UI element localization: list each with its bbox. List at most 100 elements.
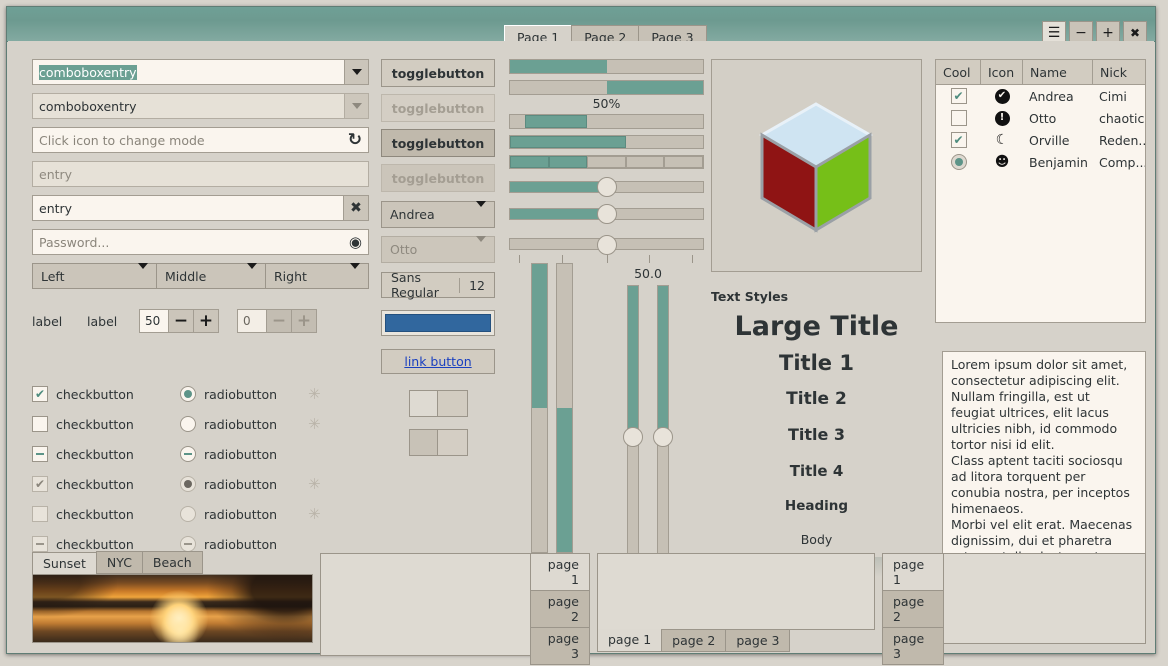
notebook-bottom-tab-page-3[interactable]: page 3 [725, 629, 791, 652]
notebook-bottom-tab-page-2[interactable]: page 2 [661, 629, 727, 652]
combo-name-enabled[interactable]: Andrea [381, 201, 495, 228]
link-button[interactable]: link button [381, 349, 495, 374]
scale-horizontal-2[interactable] [509, 204, 704, 224]
treeview-header-nick[interactable]: Nick [1093, 60, 1145, 84]
vertical-scale-2-knob[interactable] [653, 426, 673, 447]
image-tab-sunset[interactable]: Sunset [32, 552, 97, 574]
radiobutton-2[interactable]: radiobutton [180, 416, 300, 432]
spinbutton-enabled-value[interactable]: 50 [139, 309, 169, 333]
combo-middle[interactable]: Middle [156, 262, 266, 289]
treeview-row[interactable]: ✔ ✔ Andrea Cimi [936, 85, 1145, 107]
entry-clear[interactable]: entry [32, 195, 343, 221]
treeview-header-icon[interactable]: Icon [981, 60, 1023, 84]
notebook-left-tab-page-3[interactable]: page 3 [882, 627, 944, 665]
notebook-left-tab-page-2[interactable]: page 2 [882, 590, 944, 628]
notebook-left-tab-page-1[interactable]: page 1 [882, 553, 944, 591]
combo-left[interactable]: Left [32, 262, 157, 289]
color-button[interactable] [381, 310, 495, 336]
buttons-group: togglebutton togglebutton togglebutton t… [381, 59, 495, 456]
checkbutton-box-1[interactable]: ✔ [32, 386, 48, 402]
radiobutton-5: radiobutton [180, 506, 300, 522]
togglebutton-3[interactable]: togglebutton [381, 129, 495, 157]
comboboxentry-active[interactable]: comboboxentry [32, 59, 369, 85]
treeview-name-cell: Benjamin [1029, 154, 1088, 170]
scale-horizontal-1-knob[interactable] [596, 177, 617, 197]
treeview-cool-cell[interactable] [936, 154, 981, 170]
spinbutton-enabled-plus[interactable]: + [193, 309, 219, 333]
font-button-family: Sans Regular [391, 270, 439, 300]
notebook-right-tab-page-2[interactable]: page 2 [530, 590, 590, 628]
spinbutton-disabled: 0 − + [237, 309, 317, 333]
clear-icon[interactable]: ✖ [343, 195, 369, 221]
treeview-row[interactable]: ! Otto chaotic [936, 107, 1145, 129]
vertical-scale-value-label: 50.0 [634, 266, 662, 281]
vertical-scale-2[interactable] [653, 285, 673, 563]
spinbutton-disabled-plus: + [291, 309, 317, 333]
checkbutton-4-label: checkbutton [56, 476, 134, 492]
treeview-cool-cell[interactable]: ✔ [936, 132, 981, 148]
link-button-label[interactable]: link button [404, 354, 471, 369]
checkbutton-box-3[interactable] [32, 446, 48, 462]
radiobutton-circle-3[interactable] [180, 446, 196, 462]
checkbutton-3[interactable]: checkbutton [32, 446, 172, 462]
treeview-radio-icon[interactable] [950, 154, 967, 170]
radiobutton-1[interactable]: radiobutton [180, 386, 300, 402]
treeview-nick-cell: Cimi [1099, 88, 1127, 104]
spinbutton-disabled-value: 0 [237, 309, 267, 333]
progressbar-3-fill [525, 115, 588, 128]
vertical-scale-1-knob[interactable] [623, 426, 643, 447]
notebook-right-tab-page-1[interactable]: page 1 [530, 553, 590, 591]
checkbutton-4: ✔ checkbutton [32, 476, 172, 492]
treeview-cool-cell[interactable]: ✔ [936, 88, 981, 104]
notebook-right-tab-page-3[interactable]: page 3 [530, 627, 590, 665]
checkbutton-1-label: checkbutton [56, 386, 134, 402]
scale-horizontal-marks-knob[interactable] [596, 235, 617, 255]
togglebutton-1[interactable]: togglebutton [381, 59, 495, 87]
entry-disabled-text: entry [39, 166, 73, 182]
notebook-bottom-tab-page-1[interactable]: page 1 [597, 629, 663, 652]
eye-icon[interactable]: ◉ [349, 234, 362, 250]
scale-horizontal-2-knob[interactable] [596, 204, 617, 224]
treeview-icon-face-icon: ☻ [994, 154, 1010, 170]
comboboxentry-active-selection: comboboxentry [39, 64, 137, 80]
radiobutton-3[interactable]: radiobutton [180, 446, 300, 462]
scale-horizontal-marks[interactable] [509, 235, 704, 263]
treeview[interactable]: Cool Icon Name Nick ✔ ✔ Andrea Cimi! Otto cha… [935, 59, 1146, 323]
image-tab-nyc[interactable]: NYC [95, 551, 143, 574]
treeview-header-cool[interactable]: Cool [936, 60, 981, 84]
entry-icon-mode[interactable]: Click icon to change mode ↻ [32, 127, 369, 153]
treeview-header-name[interactable]: Name [1023, 60, 1093, 84]
image-tab-beach[interactable]: Beach [141, 551, 203, 574]
scale-horizontal-1[interactable] [509, 177, 704, 197]
radiobutton-6-label: radiobutton [204, 536, 278, 552]
vertical-scale-1[interactable] [623, 285, 643, 563]
radiobutton-1-label: radiobutton [204, 386, 278, 402]
treeview-row[interactable]: ☻ Benjamin Comp... [936, 151, 1145, 173]
spinbutton-enabled[interactable]: 50 − + [139, 309, 219, 333]
checkbutton-2[interactable]: checkbutton [32, 416, 172, 432]
treeview-cool-cell[interactable] [936, 110, 981, 126]
treeview-row[interactable]: ✔ ☾ Orville Reden... [936, 129, 1145, 151]
spinbutton-enabled-minus[interactable]: − [168, 309, 194, 333]
checkbutton-box-2[interactable] [32, 416, 48, 432]
switch-on[interactable] [408, 390, 468, 417]
radiobutton-circle-1[interactable] [180, 386, 196, 402]
treeview-check-icon[interactable] [950, 110, 967, 126]
notebook-tabs-bottom: page 1 page 2 page 3 [597, 553, 875, 656]
font-button[interactable]: Sans Regular 12 [381, 270, 495, 300]
treeview-check-icon[interactable]: ✔ [950, 132, 967, 148]
levelbar-block-5 [664, 156, 703, 168]
treeview-check-icon[interactable]: ✔ [950, 88, 967, 104]
togglebutton-3-label: togglebutton [391, 135, 485, 151]
refresh-icon[interactable]: ↻ [348, 131, 362, 149]
check-radio-row: ✔ checkbutton radiobutton ✳ [32, 469, 321, 499]
combo-right[interactable]: Right [265, 262, 369, 289]
comboboxentry-active-arrow[interactable] [344, 60, 368, 84]
text-styles-heading: Text Styles [711, 289, 789, 304]
checkbutton-1[interactable]: ✔ checkbutton [32, 386, 172, 402]
treeview-header: Cool Icon Name Nick [936, 60, 1145, 85]
password-entry[interactable]: Password... ◉ [32, 229, 369, 255]
entry-icon-mode-placeholder: Click icon to change mode [39, 132, 205, 148]
textview[interactable]: Lorem ipsum dolor sit amet, consectetur … [942, 351, 1146, 579]
radiobutton-circle-2[interactable] [180, 416, 196, 432]
